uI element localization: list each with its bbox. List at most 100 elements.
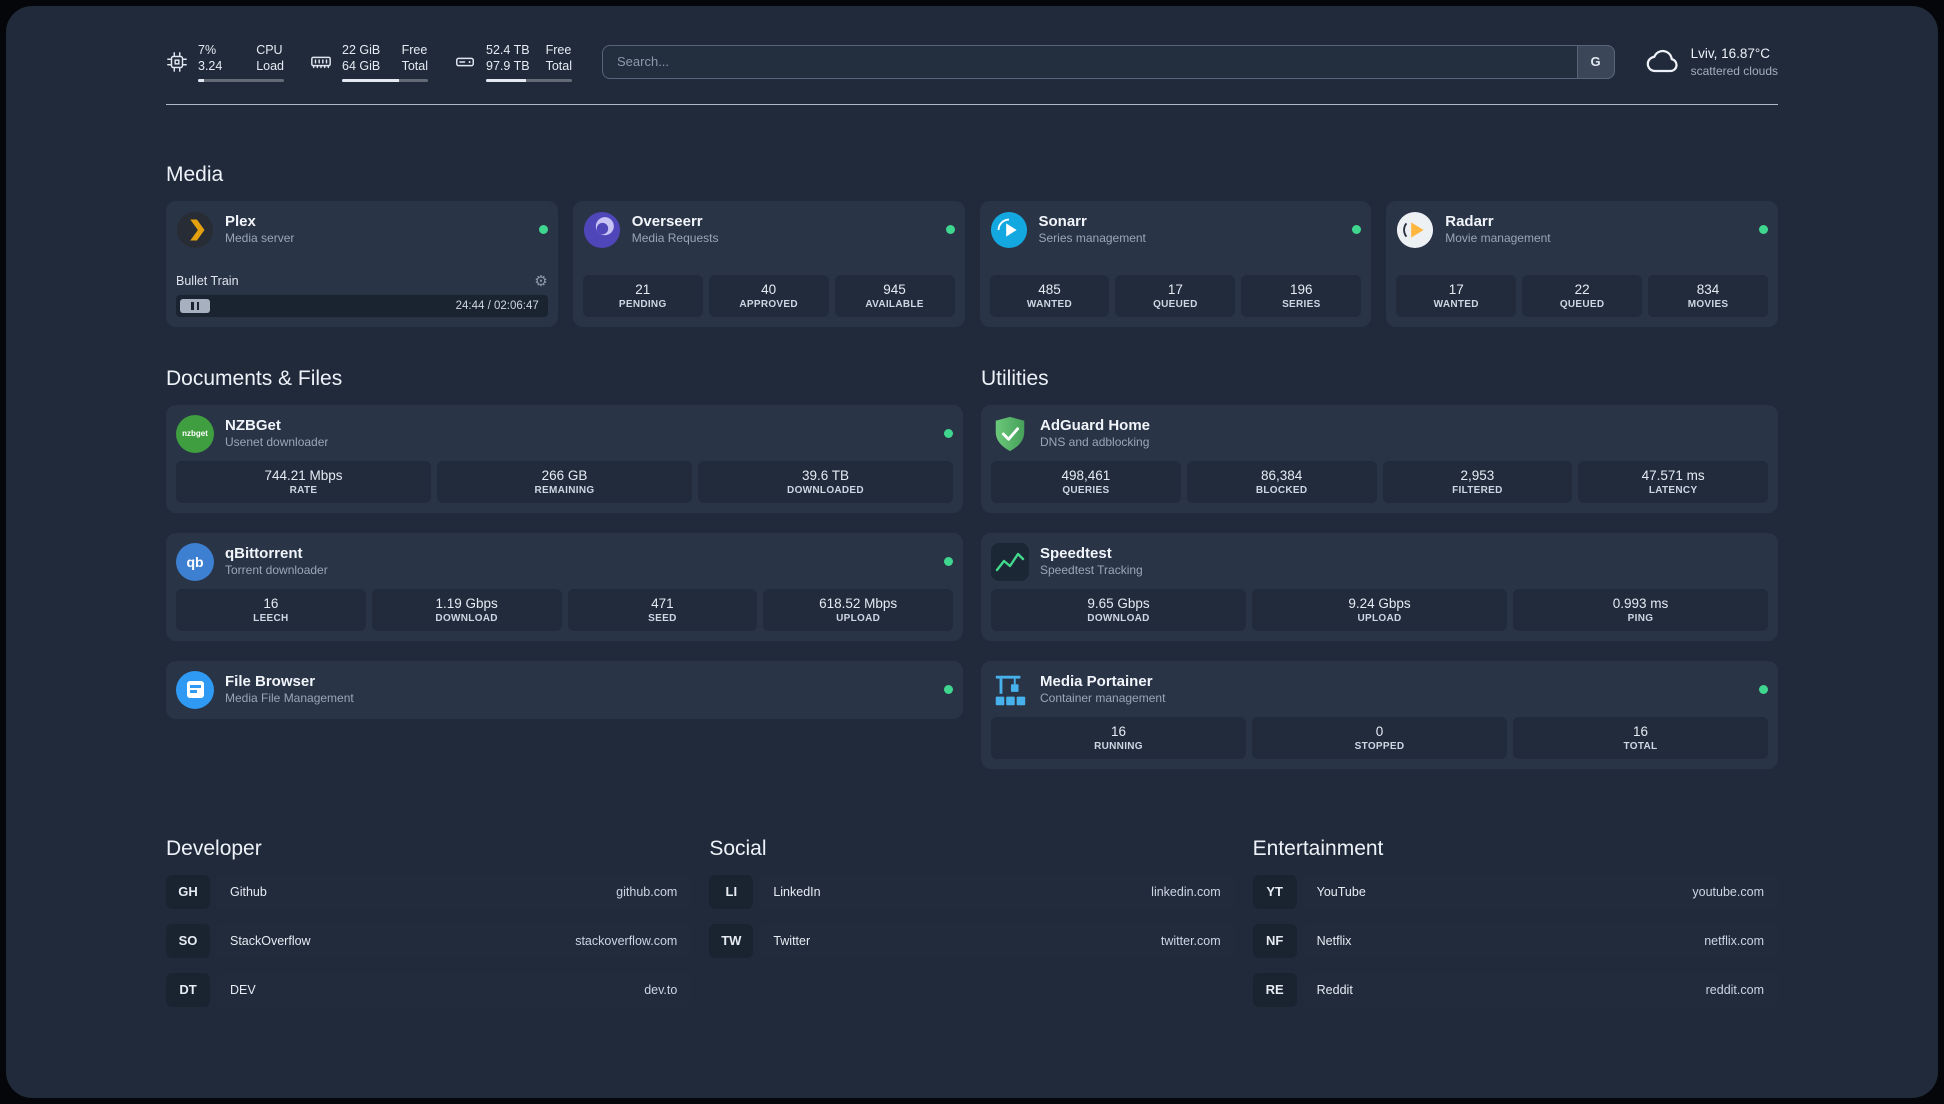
settings-gear-icon[interactable]: ⚙ [534,274,547,289]
bookmark-name: DEV [230,982,256,997]
nzbget-icon: nzbget [176,414,214,453]
stat-value: 945 [883,281,906,297]
bookmark-youtube[interactable]: YT YouTube youtube.com [1252,874,1778,909]
stat-label: UPLOAD [1357,612,1402,624]
stat-tile: 86,384 BLOCKED [1186,460,1377,503]
stat-value: 21 [635,281,651,297]
resource-widgets: 7% 3.24 CPU Load 22 GiB 64 GiB Free Tota… [166,42,572,82]
service-card-nzbget[interactable]: nzbget NZBGet Usenet downloader 744.21 M… [166,404,963,513]
weather-widget: Lviv, 16.87°C scattered clouds [1645,44,1778,80]
stat-tile: 16 TOTAL [1513,716,1768,759]
overseerr-icon [583,211,621,249]
service-card-radarr[interactable]: Radarr Movie management 17 WANTED 22 QUE… [1386,200,1778,327]
stat-value: 16 [263,595,279,611]
section-title-media: Media [166,162,224,186]
search-input[interactable] [602,44,1615,79]
cpu-widget: 7% 3.24 CPU Load [166,42,284,82]
search-engine-button[interactable]: G [1576,44,1615,79]
section-utilities: Utilities AdGuard Home DNS and adblockin… [981,367,1778,769]
stat-tile: 196 SERIES [1241,274,1362,317]
bookmark-abbr: RE [1252,972,1297,1007]
service-card-sonarr[interactable]: Sonarr Series management 485 WANTED 17 Q… [979,200,1372,327]
bookmark-domain: dev.to [644,982,678,997]
status-dot [944,685,953,694]
stat-value: 39.6 TB [801,467,850,483]
stat-value: 2,953 [1460,467,1495,483]
service-name: Media Portainer [1040,672,1153,690]
memory-label-bottom: Total [401,59,428,74]
stat-label: MOVIES [1687,298,1729,310]
stat-label: LEECH [253,612,289,624]
service-card-portainer[interactable]: Media Portainer Container management 16 … [981,660,1778,769]
stat-label: BLOCKED [1255,484,1308,496]
search-bar: G [602,44,1615,79]
bookmark-abbr: YT [1252,874,1297,909]
bookmark-twitter[interactable]: TW Twitter twitter.com [709,923,1235,958]
status-dot [538,225,548,234]
service-card-overseerr[interactable]: Overseerr Media Requests 21 PENDING 40 A… [572,200,965,327]
service-subtitle: Torrent downloader [225,563,328,578]
stat-value: 0 [1375,723,1384,739]
service-name: Sonarr [1038,212,1087,230]
stat-tile: 39.6 TB DOWNLOADED [698,460,953,503]
adguard-icon [991,415,1029,453]
service-card-qbittorrent[interactable]: qb qBittorrent Torrent downloader 16 LEE… [166,532,963,641]
pause-button[interactable] [180,298,210,313]
stat-tile: 9.24 Gbps UPLOAD [1252,588,1507,631]
qbittorrent-icon: qb [176,542,214,581]
stat-label: QUERIES [1062,484,1110,496]
stat-tile: 0.993 ms PING [1513,588,1768,631]
bookmark-reddit[interactable]: RE Reddit reddit.com [1252,972,1778,1007]
service-subtitle: Container management [1040,691,1166,706]
filebrowser-icon [176,670,214,709]
bookmark-group-developer: Developer GH Github github.com SO StackO… [166,837,692,1007]
service-card-filebrowser[interactable]: File Browser Media File Management [166,660,963,719]
stat-label: QUEUED [1559,298,1605,310]
bookmark-group-social: Social LI LinkedIn linkedin.com TW Twitt… [709,836,1235,1007]
service-name: AdGuard Home [1040,416,1151,434]
content: 7% 3.24 CPU Load 22 GiB 64 GiB Free Tota… [166,6,1778,1007]
bookmark-github[interactable]: GH Github github.com [166,874,692,909]
service-card-plex[interactable]: Plex Media server Bullet Train ⚙ 24:44 /… [166,200,558,327]
bookmark-domain: reddit.com [1705,982,1764,997]
status-dot [1759,225,1768,234]
bookmark-stackoverflow[interactable]: SO StackOverflow stackoverflow.com [166,923,692,958]
bookmark-name: Reddit [1316,982,1353,997]
service-card-speedtest[interactable]: Speedtest Speedtest Tracking 9.65 Gbps D… [981,532,1778,641]
bookmark-abbr: LI [709,874,754,909]
section-title-entertainment: Entertainment [1252,836,1384,860]
stat-tile: 16 LEECH [176,588,366,631]
stat-tile: 22 QUEUED [1522,274,1643,317]
sonarr-icon [990,211,1028,249]
playback-time: 24:44 / 02:06:47 [455,299,539,312]
stat-value: 0.993 ms [1612,595,1669,611]
bookmark-netflix[interactable]: NF Netflix netflix.com [1252,923,1778,958]
bookmark-linkedin[interactable]: LI LinkedIn linkedin.com [709,874,1235,909]
bookmark-abbr: TW [709,923,754,958]
service-card-adguard[interactable]: AdGuard Home DNS and adblocking 498,461 … [981,404,1778,513]
service-subtitle: DNS and adblocking [1040,435,1150,450]
stat-value: 17 [1448,281,1464,297]
stat-tile: 834 MOVIES [1648,274,1769,317]
service-name: Overseerr [631,212,703,230]
plex-now-playing: Bullet Train ⚙ 24:44 / 02:06:47 [176,268,548,317]
disk-widget: 52.4 TB 97.9 TB Free Total [454,42,572,82]
stat-tile: 471 SEED [567,588,758,631]
stat-value: 618.52 Mbps [819,595,898,611]
bookmark-abbr: DT [166,972,210,1007]
stat-tile: 0 STOPPED [1252,716,1507,759]
stat-label: RATE [289,484,318,496]
stat-tile: 485 WANTED [989,274,1110,317]
stat-label: PENDING [618,298,667,310]
stat-tile: 21 PENDING [582,274,703,317]
disk-label-top: Free [545,43,572,57]
bookmark-dev[interactable]: DT DEV dev.to [166,972,692,1007]
weather-condition: scattered clouds [1690,63,1778,78]
stat-value: 40 [761,281,777,297]
stat-label: SERIES [1282,298,1321,310]
stat-value: 86,384 [1260,467,1303,483]
section-title-social: Social [709,836,767,860]
stat-tile: 945 AVAILABLE [834,274,955,317]
player-progress-bar[interactable]: 24:44 / 02:06:47 [176,294,548,317]
stat-label: STOPPED [1354,740,1405,752]
